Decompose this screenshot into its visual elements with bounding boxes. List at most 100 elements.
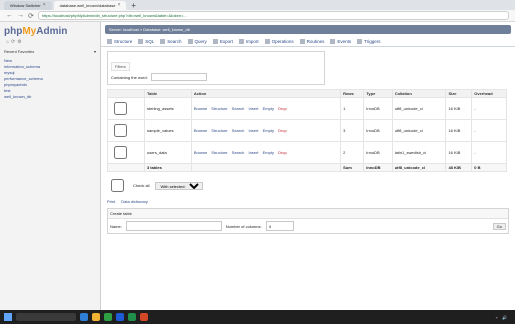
print-link[interactable]: Print (107, 199, 115, 204)
powerpoint-icon[interactable] (140, 313, 148, 321)
excel-icon[interactable] (128, 313, 136, 321)
filter-input[interactable] (150, 73, 207, 81)
reload-icon[interactable]: ⟳ (28, 12, 34, 20)
check-all-label[interactable]: Check all (133, 183, 149, 188)
toolbar-triggers[interactable]: Triggers (357, 39, 380, 44)
close-icon[interactable]: × (117, 1, 120, 10)
toolbar-query[interactable]: Query (187, 39, 207, 44)
main-content: Server: localhost » Database: well_known… (101, 22, 515, 310)
table-name[interactable]: users_data (143, 141, 192, 164)
footer-engine: InnoDB (363, 163, 393, 172)
insert-link[interactable]: Insert (248, 106, 258, 111)
go-button[interactable]: Go (492, 222, 506, 230)
volume-icon[interactable]: 🔊 (502, 315, 507, 320)
toolbar-structure[interactable]: Structure (107, 39, 132, 44)
row-count: 2 (340, 141, 365, 164)
network-icon[interactable]: ⌁ (496, 315, 498, 320)
structure-link[interactable]: Structure (211, 106, 227, 111)
row-checkbox[interactable] (114, 146, 127, 159)
structure-link[interactable]: Structure (211, 150, 227, 155)
empty-link[interactable]: Empty (263, 106, 274, 111)
columns-input[interactable] (265, 221, 294, 231)
overhead: - (471, 141, 507, 164)
recent-favorites[interactable]: Recent Favorites ▾ (0, 47, 100, 56)
search-icon (160, 39, 166, 44)
row-count: 3 (340, 119, 365, 142)
table-name[interactable]: sterling_assets (143, 97, 192, 120)
browse-link[interactable]: Browse (194, 106, 207, 111)
collation: utf8_unicode_ci (391, 97, 447, 120)
breadcrumb: Server: localhost » Database: well_known… (105, 25, 511, 34)
footer-size: 48 KiB (445, 163, 473, 172)
insert-link[interactable]: Insert (248, 128, 258, 133)
home-icon[interactable]: ⌂ (6, 39, 9, 45)
logo[interactable]: phpMyAdmin (0, 22, 100, 37)
search-link[interactable]: Search (232, 128, 245, 133)
empty-link[interactable]: Empty (263, 128, 274, 133)
footer-collation: utf8_unicode_ci (391, 163, 447, 172)
tree-node[interactable]: well_known_db (4, 94, 96, 100)
row-checkbox[interactable] (114, 124, 127, 137)
data-dictionary-link[interactable]: Data dictionary (121, 199, 148, 204)
edge-icon[interactable] (80, 313, 88, 321)
taskbar-search[interactable] (16, 313, 76, 321)
drop-link[interactable]: Drop (278, 106, 287, 111)
browser-tab-2[interactable]: database.well_known/database × (53, 1, 127, 10)
folder-icon[interactable] (92, 313, 100, 321)
empty-link[interactable]: Empty (263, 150, 274, 155)
create-table-header: Create table (108, 209, 508, 219)
columns-label: Number of columns: (225, 223, 262, 229)
toolbar: Structure SQL Search Query Export Import… (101, 37, 515, 47)
forward-icon[interactable]: → (17, 12, 24, 19)
browser-tabs: Window Switcher × database.well_known/da… (0, 0, 515, 10)
drop-link[interactable]: Drop (278, 128, 287, 133)
footer-overhead: 0 B (471, 163, 507, 172)
with-selected-select[interactable]: With selected: (155, 181, 204, 190)
close-icon[interactable]: × (43, 1, 46, 10)
structure-link[interactable]: Structure (211, 128, 227, 133)
toolbar-sql[interactable]: SQL (138, 39, 154, 44)
table-header[interactable]: Type (363, 89, 393, 98)
search-link[interactable]: Search (232, 150, 245, 155)
address-bar: ← → ⟳ https://localhost/phpMyAdmin/db_st… (0, 10, 515, 22)
settings-icon[interactable]: ⚙ (17, 39, 21, 45)
table-header[interactable]: Size (445, 89, 473, 98)
toolbar-search[interactable]: Search (160, 39, 182, 44)
drop-link[interactable]: Drop (278, 150, 287, 155)
check-all-checkbox[interactable] (111, 179, 124, 192)
word-icon[interactable] (116, 313, 124, 321)
row-checkbox[interactable] (114, 102, 127, 115)
toolbar-events[interactable]: Events (330, 39, 351, 44)
system-tray: ⌁ 🔊 (496, 315, 511, 320)
table-header[interactable]: Rows (340, 89, 365, 98)
filters-legend: Filters (111, 62, 130, 71)
table-name-input[interactable] (125, 221, 222, 231)
reload-icon[interactable]: ⟳ (11, 39, 15, 45)
table-row[interactable]: sterling_assets Browse Structure Search … (107, 97, 507, 120)
toolbar-export[interactable]: Export (212, 39, 233, 44)
overhead: - (471, 119, 507, 142)
toolbar-import[interactable]: Import (238, 39, 259, 44)
chrome-icon[interactable] (104, 313, 112, 321)
table-header[interactable]: Collation (391, 89, 447, 98)
table-row[interactable]: sample_values Browse Structure Search In… (107, 119, 507, 142)
table-header[interactable]: Overhead (471, 89, 507, 98)
table-name-label: Name: (110, 223, 122, 229)
url-input[interactable]: https://localhost/phpMyAdmin/db_structur… (37, 11, 509, 20)
table-name[interactable]: sample_values (143, 119, 192, 142)
table-icon (107, 39, 112, 44)
toolbar-routines[interactable]: Routines (299, 39, 324, 44)
back-icon[interactable]: ← (6, 12, 13, 19)
windows-start-icon[interactable] (4, 313, 12, 321)
insert-link[interactable]: Insert (248, 150, 258, 155)
search-link[interactable]: Search (232, 106, 245, 111)
table-header[interactable]: Table (143, 89, 192, 98)
row-actions: Browse Structure Search Insert Empty Dro… (190, 119, 342, 142)
browser-tab-1[interactable]: Window Switcher × (4, 1, 52, 10)
browse-link[interactable]: Browse (194, 150, 207, 155)
table-row[interactable]: users_data Browse Structure Search Inser… (107, 141, 507, 164)
browse-link[interactable]: Browse (194, 128, 207, 133)
toolbar-operations[interactable]: Operations (264, 39, 294, 44)
new-tab-button[interactable]: + (131, 1, 136, 10)
chevron-down-icon[interactable]: ▾ (94, 49, 96, 54)
